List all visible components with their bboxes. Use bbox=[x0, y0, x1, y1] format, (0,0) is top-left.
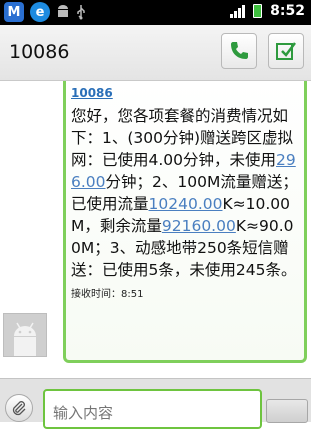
paperclip-icon bbox=[12, 401, 26, 416]
e-app-icon: e bbox=[30, 2, 50, 22]
send-button[interactable] bbox=[266, 399, 308, 423]
battery-icon bbox=[253, 4, 263, 18]
call-button[interactable] bbox=[221, 33, 257, 69]
conversation-area[interactable]: 10086 您好，您各项套餐的消费情况如下：1、(300分钟)赠送跨区虚拟网：已… bbox=[0, 81, 311, 374]
signal-icon bbox=[230, 4, 246, 18]
usb-icon bbox=[77, 5, 85, 20]
new-message-button[interactable] bbox=[268, 33, 304, 69]
android-avatar-icon bbox=[4, 314, 46, 356]
message-text-part: 您好，您各项套餐的消费情况如下：1、(300分钟)赠送跨区虚拟网：已使用4.00… bbox=[71, 107, 294, 169]
attach-button[interactable] bbox=[5, 394, 33, 422]
e-app-letter: e bbox=[35, 4, 45, 20]
message-bubble[interactable]: 10086 您好，您各项套餐的消费情况如下：1、(300分钟)赠送跨区虚拟网：已… bbox=[63, 81, 307, 363]
compose-bar bbox=[0, 378, 311, 429]
number-link[interactable]: 10240.00 bbox=[149, 195, 223, 213]
android-icon bbox=[58, 5, 68, 17]
received-time: 接收时间：8:51 bbox=[71, 289, 144, 300]
message-text: 您好，您各项套餐的消费情况如下：1、(300分钟)赠送跨区虚拟网：已使用4.00… bbox=[71, 105, 303, 281]
message-sender-link[interactable]: 10086 bbox=[71, 86, 303, 100]
phone-icon bbox=[231, 42, 248, 59]
number-link[interactable]: 92160.00 bbox=[162, 217, 236, 235]
status-bar: M e 8:52 bbox=[0, 0, 311, 25]
contact-avatar[interactable] bbox=[3, 313, 47, 357]
status-bar-notifications: M e bbox=[4, 2, 86, 22]
status-bar-system: 8:52 bbox=[230, 3, 305, 19]
page-title: 10086 bbox=[9, 41, 70, 63]
m-app-letter: M bbox=[7, 4, 21, 20]
status-time: 8:52 bbox=[270, 3, 305, 19]
message-content: 10086 您好，您各项套餐的消费情况如下：1、(300分钟)赠送跨区虚拟网：已… bbox=[71, 86, 303, 300]
m-app-icon: M bbox=[4, 2, 24, 22]
conversation-header: 10086 bbox=[0, 25, 311, 81]
compose-icon bbox=[276, 42, 296, 60]
message-input[interactable] bbox=[43, 389, 262, 429]
